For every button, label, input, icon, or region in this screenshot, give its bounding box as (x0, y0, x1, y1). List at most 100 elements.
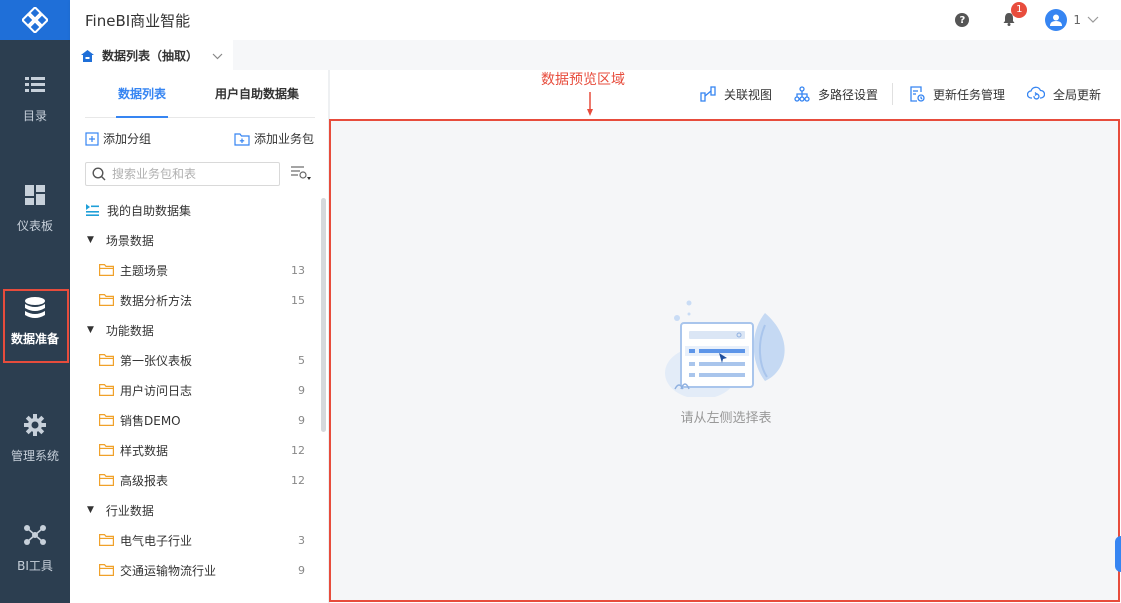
empty-state: 请从左侧选择表 (661, 281, 791, 426)
tree-label: 行业数据 (105, 503, 154, 518)
caret-down-icon[interactable]: ▼ (87, 325, 94, 335)
annotation-arrow-icon (587, 92, 593, 116)
tree-label: 第一张仪表板 (120, 353, 193, 368)
relation-icon (700, 86, 716, 102)
list-item[interactable]: 主题场景 13 (70, 255, 320, 285)
add-package-button[interactable]: 添加业务包 (234, 130, 314, 147)
tree-group[interactable]: ▼ 行业数据 (70, 495, 320, 525)
tree-group[interactable]: ▼ 功能数据 (70, 315, 320, 345)
data-list-panel: 数据列表 用户自助数据集 添加分组 添加业务包 搜索业务包和表 我的自助数据集 … (70, 70, 328, 603)
nav-item-bi-tools[interactable]: BI工具 (0, 513, 70, 583)
list-item[interactable]: 用户访问日志 9 (70, 375, 320, 405)
update-task-button[interactable]: 更新任务管理 (909, 86, 1005, 103)
folder-icon (99, 444, 114, 456)
relation-view-label: 关联视图 (724, 87, 773, 102)
update-task-label: 更新任务管理 (933, 87, 1006, 102)
nav-item-admin[interactable]: 管理系统 (0, 403, 70, 473)
help-icon[interactable]: ? (955, 13, 970, 27)
list-item[interactable]: 第一张仪表板 5 (70, 345, 320, 375)
list-item[interactable]: 高级报表 12 (70, 465, 320, 495)
tree-label: 高级报表 (120, 473, 169, 488)
database-icon (25, 296, 45, 320)
table-count: 12 (291, 473, 305, 487)
filter-sort-button[interactable] (290, 165, 312, 185)
list-item[interactable]: 电气电子行业 3 (70, 525, 320, 555)
logo-icon (22, 7, 48, 33)
empty-state-text: 请从左侧选择表 (680, 411, 772, 426)
chevron-down-icon[interactable] (212, 49, 223, 63)
panel-tabs: 数据列表 用户自助数据集 (85, 70, 315, 118)
caret-down-icon[interactable]: ▼ (87, 235, 94, 245)
global-update-button[interactable]: 全局更新 (1027, 86, 1101, 103)
preview-area-annotation: 数据预览区域 (541, 72, 625, 88)
folder-icon (99, 384, 114, 396)
tree-label: 功能数据 (105, 323, 154, 338)
notification-button[interactable]: 1 (1003, 1, 1028, 30)
task-icon (910, 86, 925, 102)
table-count: 9 (298, 563, 305, 577)
folder-icon (99, 294, 114, 306)
nav-item-catalog[interactable]: 目录 (0, 63, 70, 133)
multipath-settings-button[interactable]: 多路径设置 (794, 86, 878, 103)
tab-self-service-dataset[interactable]: 用户自助数据集 (215, 70, 299, 118)
app-root: 目录 仪表板 数据准备 管理系统 BI工具 FineBI商业智能 ? 1 1 数… (0, 0, 1121, 603)
nav-item-data-prep[interactable]: 数据准备 (0, 286, 70, 363)
gear-icon (24, 413, 46, 437)
user-name[interactable]: 1 (1073, 13, 1081, 27)
home-icon (81, 49, 94, 62)
list-item[interactable]: 样式数据 12 (70, 435, 320, 465)
tab-data-list[interactable]: 数据列表 (115, 70, 169, 118)
table-count: 12 (291, 443, 305, 457)
panel-actions: 添加分组 添加业务包 (85, 130, 315, 150)
table-count: 15 (291, 293, 305, 307)
nav-label-admin: 管理系统 (10, 448, 59, 463)
breadcrumb: 数据列表（抽取） (70, 40, 1121, 71)
list-item[interactable]: 我的自助数据集 (70, 195, 320, 225)
package-tree: 我的自助数据集 ▼ 场景数据 主题场景 13 数据分析方法 15 ▼ 功能数据 (70, 195, 320, 585)
add-group-label: 添加分组 (103, 132, 152, 146)
add-group-button[interactable]: 添加分组 (85, 130, 151, 147)
relation-view-button[interactable]: 关联视图 (700, 86, 772, 103)
caret-down-icon[interactable]: ▼ (87, 505, 94, 515)
chevron-down-icon[interactable] (1087, 16, 1099, 24)
network-icon (23, 523, 47, 547)
folder-icon (99, 264, 114, 276)
app-title: FineBI商业智能 (85, 11, 191, 30)
list-icon (25, 73, 45, 97)
side-drawer-handle[interactable] (1115, 536, 1121, 572)
tree-group[interactable]: ▼ 场景数据 (70, 225, 320, 255)
search-icon (92, 167, 106, 181)
add-package-label: 添加业务包 (254, 132, 315, 146)
toolbar-divider (892, 83, 894, 105)
list-item[interactable]: 交通运输物流行业 9 (70, 555, 320, 585)
tree-label: 销售DEMO (120, 413, 181, 428)
avatar[interactable] (1045, 9, 1068, 31)
brand-logo[interactable] (0, 0, 70, 40)
list-item[interactable]: 数据分析方法 15 (70, 285, 320, 315)
list-item[interactable]: 销售DEMO 9 (70, 405, 320, 435)
folder-icon (99, 414, 114, 426)
user-icon (1050, 14, 1063, 26)
scrollbar[interactable] (321, 198, 326, 432)
hierarchy-icon (794, 86, 810, 102)
data-preview-area: 请从左侧选择表 (329, 119, 1120, 602)
tree-label: 数据分析方法 (120, 293, 193, 308)
nav-item-dashboard[interactable]: 仪表板 (0, 173, 70, 243)
self-service-dataset-icon (85, 204, 99, 216)
header-actions: ? 1 1 (955, 1, 1099, 31)
tree-label: 用户访问日志 (120, 383, 193, 398)
add-group-icon (85, 131, 99, 146)
left-nav: 目录 仪表板 数据准备 管理系统 BI工具 (0, 0, 70, 603)
table-count: 9 (298, 413, 305, 427)
table-count: 9 (298, 383, 305, 397)
cloud-refresh-icon (1027, 86, 1046, 100)
empty-illustration-icon (665, 300, 785, 399)
search-input[interactable] (112, 167, 272, 181)
search-box (85, 162, 280, 186)
tree-label: 主题场景 (120, 263, 169, 278)
nav-label-dashboard: 仪表板 (16, 218, 53, 233)
tree-label: 我的自助数据集 (107, 203, 192, 218)
tab-data-list-extract[interactable]: 数据列表（抽取） (70, 40, 233, 71)
folder-icon (99, 474, 114, 486)
nav-label-bi-tools: BI工具 (17, 558, 53, 573)
